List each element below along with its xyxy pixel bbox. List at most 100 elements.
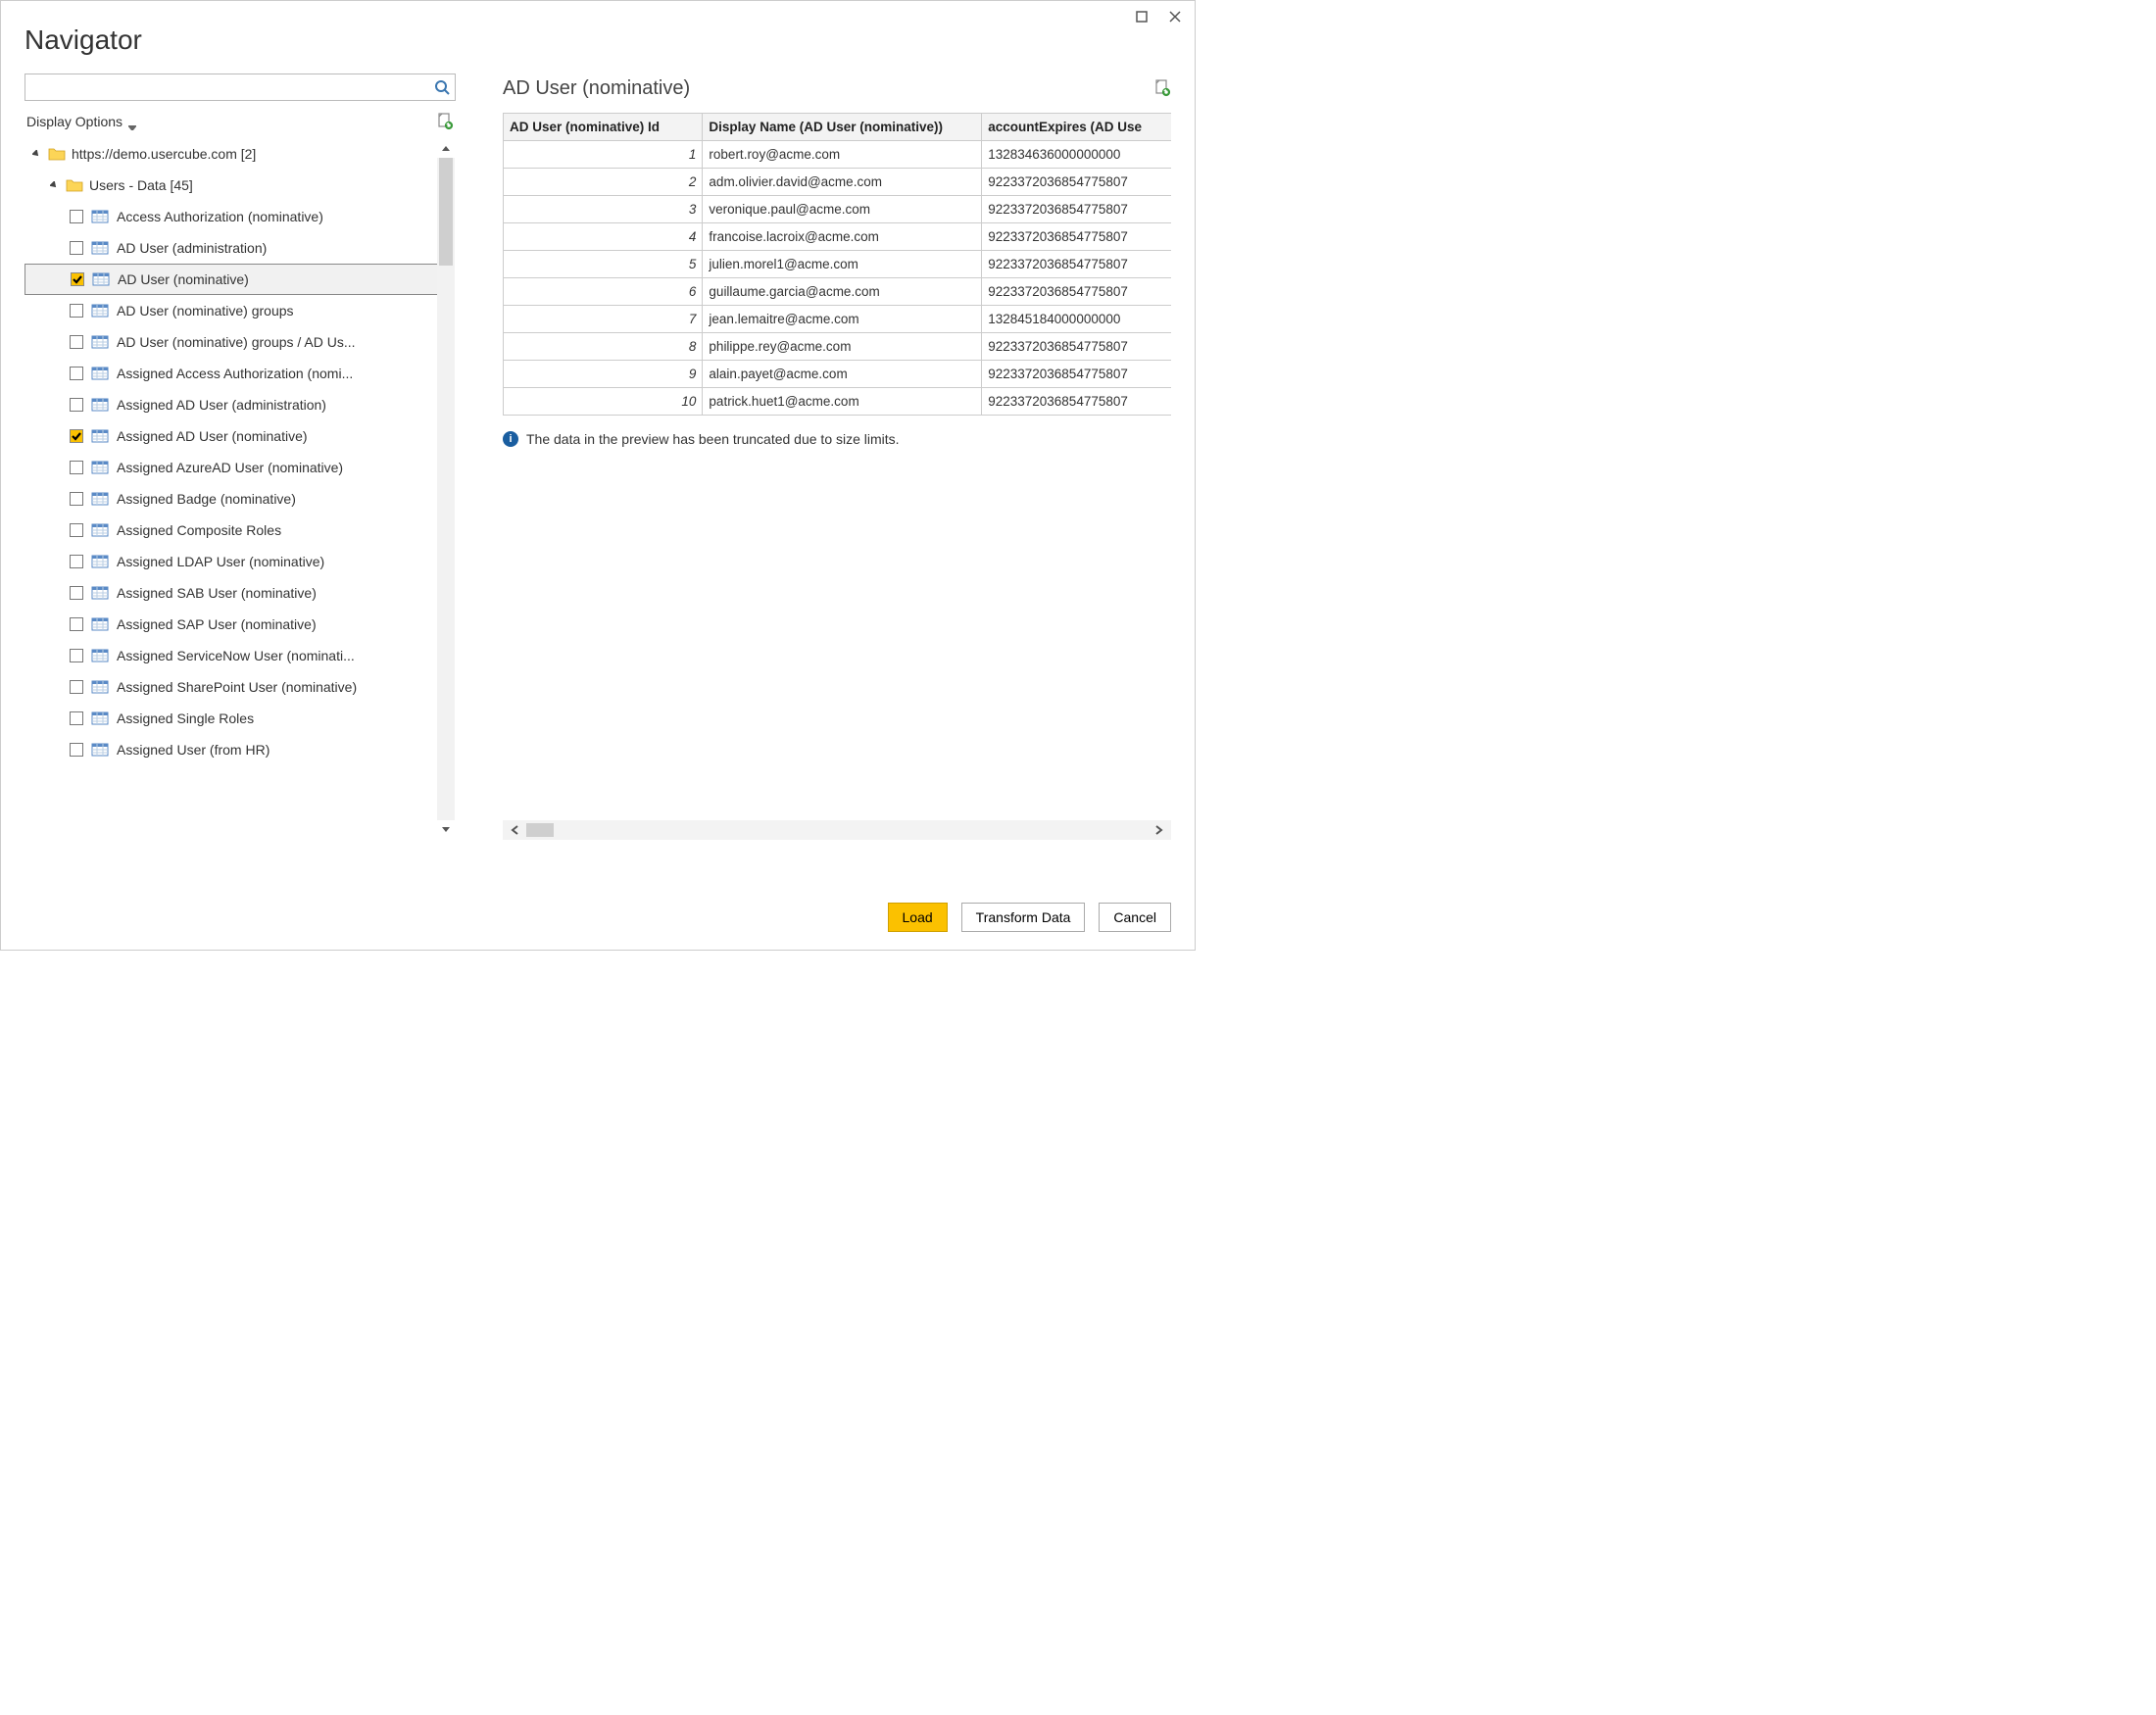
tree-item[interactable]: Assigned LDAP User (nominative) [24,546,440,577]
scrollbar-track[interactable] [437,158,455,820]
table-cell: robert.roy@acme.com [703,141,982,169]
hscroll-track[interactable] [526,821,1148,839]
scroll-down-icon[interactable] [437,820,455,838]
tree-item[interactable]: Assigned ServiceNow User (nominati... [24,640,440,671]
tree-item-checkbox[interactable] [70,241,83,255]
restore-icon[interactable] [1134,9,1150,24]
tree-item-label: AD User (administration) [117,240,267,256]
tree-item-checkbox[interactable] [70,492,83,506]
hscroll-thumb[interactable] [526,823,554,837]
tree-item[interactable]: Assigned Single Roles [24,703,440,734]
tree-item[interactable]: Assigned SAP User (nominative) [24,609,440,640]
search-input[interactable] [24,74,456,101]
preview-hscrollbar[interactable] [503,820,1171,840]
tree-item-checkbox[interactable] [70,680,83,694]
table-cell: 7 [504,306,703,333]
tree-root[interactable]: https://demo.usercube.com [2] [24,138,440,170]
tree-item-checkbox[interactable] [70,617,83,631]
load-button[interactable]: Load [888,903,948,932]
scroll-up-icon[interactable] [437,140,455,158]
tree-item[interactable]: Assigned AzureAD User (nominative) [24,452,440,483]
tree-item[interactable]: AD User (administration) [24,232,440,264]
table-cell: 10 [504,388,703,416]
tree-item-checkbox[interactable] [70,523,83,537]
refresh-icon[interactable] [436,113,454,130]
table-icon [91,429,109,443]
tree-group[interactable]: Users - Data [45] [24,170,440,201]
table-icon [91,367,109,380]
table-cell: veronique.paul@acme.com [703,196,982,223]
tree-item-label: Assigned User (from HR) [117,742,270,758]
table-row[interactable]: 8philippe.rey@acme.com922337203685477580… [504,333,1172,361]
search-icon[interactable] [432,77,452,97]
table-cell: 5 [504,251,703,278]
table-cell: 4 [504,223,703,251]
table-icon [91,649,109,662]
navigator-window: Navigator Display Options [0,0,1196,951]
folder-icon [48,147,66,161]
tree-item-checkbox[interactable] [70,335,83,349]
table-row[interactable]: 10patrick.huet1@acme.com9223372036854775… [504,388,1172,416]
page-title: Navigator [24,24,1171,56]
tree-item[interactable]: Assigned Composite Roles [24,514,440,546]
tree-item[interactable]: AD User (nominative) groups / AD Us... [24,326,440,358]
scrollbar-thumb[interactable] [439,158,453,266]
scroll-right-icon[interactable] [1148,821,1169,839]
scroll-left-icon[interactable] [505,821,526,839]
tree-item[interactable]: Assigned Badge (nominative) [24,483,440,514]
tree-item-checkbox[interactable] [70,367,83,380]
tree-item-checkbox[interactable] [70,429,83,443]
tree-item-label: Assigned AD User (administration) [117,397,326,413]
tree-item[interactable]: Assigned AD User (administration) [24,389,440,420]
preview-table[interactable]: AD User (nominative) IdDisplay Name (AD … [503,113,1171,416]
tree-item-label: Assigned LDAP User (nominative) [117,554,324,569]
table-cell: 9223372036854775807 [982,251,1171,278]
tree-item[interactable]: AD User (nominative) [24,264,440,295]
tree-item[interactable]: Assigned AD User (nominative) [24,420,440,452]
transform-data-button[interactable]: Transform Data [961,903,1086,932]
tree[interactable]: https://demo.usercube.com [2] Users - Dat… [24,138,456,840]
tree-root-label: https://demo.usercube.com [2] [72,146,256,162]
tree-item-checkbox[interactable] [70,649,83,662]
preview-refresh-icon[interactable] [1153,79,1171,97]
close-icon[interactable] [1167,9,1183,24]
tree-item-checkbox[interactable] [70,398,83,412]
expand-icon[interactable] [32,148,44,160]
tree-item-checkbox[interactable] [71,272,84,286]
table-row[interactable]: 4francoise.lacroix@acme.com9223372036854… [504,223,1172,251]
tree-item[interactable]: AD User (nominative) groups [24,295,440,326]
tree-item-checkbox[interactable] [70,461,83,474]
display-options-dropdown[interactable]: Display Options [26,114,136,129]
table-header-cell[interactable]: AD User (nominative) Id [504,114,703,141]
table-row[interactable]: 6guillaume.garcia@acme.com92233720368547… [504,278,1172,306]
tree-item[interactable]: Assigned User (from HR) [24,734,440,765]
tree-item[interactable]: Assigned SharePoint User (nominative) [24,671,440,703]
tree-item[interactable]: Assigned SAB User (nominative) [24,577,440,609]
cancel-button[interactable]: Cancel [1099,903,1171,932]
table-row[interactable]: 2adm.olivier.david@acme.com9223372036854… [504,169,1172,196]
tree-item-checkbox[interactable] [70,743,83,757]
table-cell: 9223372036854775807 [982,361,1171,388]
tree-item-checkbox[interactable] [70,555,83,568]
tree-scrollbar[interactable] [436,138,456,840]
table-row[interactable]: 5julien.morel1@acme.com92233720368547758… [504,251,1172,278]
table-cell: 9223372036854775807 [982,333,1171,361]
tree-item[interactable]: Assigned Access Authorization (nomi... [24,358,440,389]
tree-item-checkbox[interactable] [70,304,83,318]
table-icon [91,586,109,600]
table-row[interactable]: 3veronique.paul@acme.com9223372036854775… [504,196,1172,223]
tree-item-label: AD User (nominative) groups [117,303,294,318]
tree-item[interactable]: Access Authorization (nominative) [24,201,440,232]
table-row[interactable]: 9alain.payet@acme.com9223372036854775807 [504,361,1172,388]
expand-icon[interactable] [50,179,62,191]
tree-item-checkbox[interactable] [70,210,83,223]
table-row[interactable]: 7jean.lemaitre@acme.com13284518400000000… [504,306,1172,333]
table-header-cell[interactable]: accountExpires (AD Use [982,114,1171,141]
table-icon [91,555,109,568]
table-row[interactable]: 1robert.roy@acme.com132834636000000000 [504,141,1172,169]
tree-item-checkbox[interactable] [70,586,83,600]
tree-item-checkbox[interactable] [70,711,83,725]
table-header-cell[interactable]: Display Name (AD User (nominative)) [703,114,982,141]
table-cell: 8 [504,333,703,361]
table-cell: 9223372036854775807 [982,196,1171,223]
